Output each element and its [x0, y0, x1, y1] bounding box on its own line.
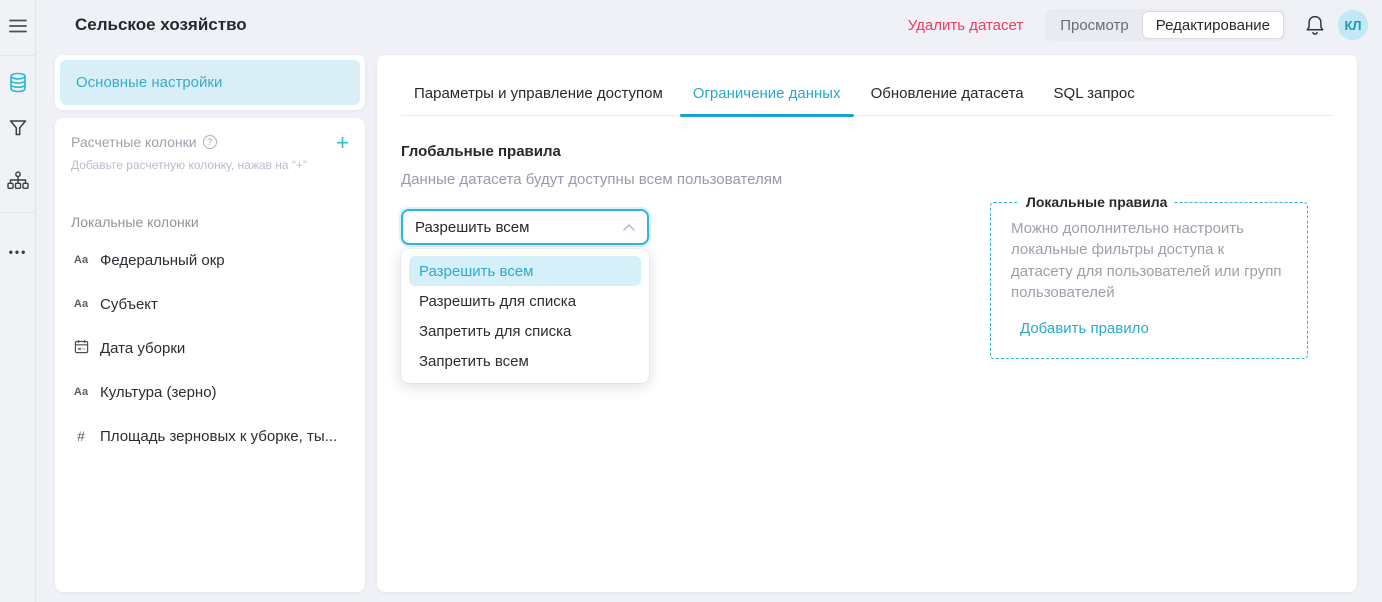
database-icon: [8, 72, 28, 93]
sidebar-item-label: Основные настройки: [76, 74, 222, 91]
field-row[interactable]: Аа Федеральный окр: [71, 238, 349, 282]
avatar[interactable]: КЛ: [1338, 10, 1368, 40]
field-row[interactable]: Аа Культура (зерно): [71, 370, 349, 414]
tab-parameters-access[interactable]: Параметры и управление доступом: [401, 83, 676, 115]
global-rule-dropdown: Разрешить всем Разрешить для списка Запр…: [401, 249, 649, 383]
dropdown-option-deny-all[interactable]: Запретить всем: [409, 346, 641, 376]
notifications-button[interactable]: [1300, 10, 1330, 40]
sidebar-columns-card: Расчетные колонки ? + Добавьте расчетную…: [55, 118, 365, 592]
rail-item-hierarchy[interactable]: [0, 166, 36, 196]
tab-dataset-update[interactable]: Обновление датасета: [858, 83, 1037, 115]
calc-columns-subtitle: Добавьте расчетную колонку, нажав на “+”: [71, 158, 349, 172]
rail-divider: [0, 55, 36, 56]
string-type-icon: Аа: [71, 386, 91, 398]
field-row[interactable]: # Площадь зерновых к уборке, ты...: [71, 414, 349, 458]
tab-bar: Параметры и управление доступом Ограниче…: [401, 83, 1333, 116]
mode-edit-button[interactable]: Редактирование: [1142, 11, 1284, 39]
number-type-icon: #: [71, 428, 91, 444]
rail-item-dataset[interactable]: [0, 67, 36, 97]
sidebar-item-main-settings[interactable]: Основные настройки: [60, 60, 360, 105]
ellipsis-icon: •••: [9, 245, 28, 259]
add-column-button[interactable]: +: [336, 134, 349, 152]
dropdown-option-allow-list[interactable]: Разрешить для списка: [409, 286, 641, 316]
local-rules-title: Локальные правила: [1019, 194, 1174, 210]
local-columns-label: Локальные колонки: [71, 214, 349, 230]
field-label: Субъект: [100, 296, 158, 313]
dropdown-option-deny-list[interactable]: Запретить для списка: [409, 316, 641, 346]
rail-divider: [0, 212, 36, 213]
hierarchy-icon: [7, 171, 29, 191]
date-type-icon: [71, 339, 91, 357]
global-rules-title: Глобальные правила: [401, 143, 1333, 160]
field-label: Площадь зерновых к уборке, ты...: [100, 428, 337, 445]
left-nav-rail: •••: [0, 0, 36, 602]
field-label: Федеральный окр: [100, 252, 225, 269]
tab-data-restriction[interactable]: Ограничение данных: [680, 83, 854, 115]
dropdown-option-allow-all[interactable]: Разрешить всем: [409, 256, 641, 286]
bell-icon: [1305, 14, 1325, 36]
select-value: Разрешить всем: [415, 219, 529, 236]
help-icon[interactable]: ?: [203, 135, 217, 149]
hamburger-icon: [9, 19, 27, 33]
field-row[interactable]: Дата уборки: [71, 326, 349, 370]
mode-toggle: Просмотр Редактирование: [1045, 9, 1286, 41]
local-rules-description: Можно дополнительно настроить локальные …: [1011, 218, 1287, 303]
delete-dataset-link[interactable]: Удалить датасет: [908, 17, 1023, 34]
field-label: Культура (зерно): [100, 384, 217, 401]
sidebar-settings-card: Основные настройки: [55, 55, 365, 110]
field-row[interactable]: Аа Субъект: [71, 282, 349, 326]
add-rule-link[interactable]: Добавить правило: [1020, 320, 1149, 337]
field-list: Аа Федеральный окр Аа Субъект Дата уборк…: [71, 238, 349, 458]
page-title: Сельское хозяйство: [75, 15, 247, 35]
local-rules-panel: Локальные правила Можно дополнительно на…: [990, 194, 1308, 359]
string-type-icon: Аа: [71, 298, 91, 310]
tab-sql-query[interactable]: SQL запрос: [1041, 83, 1148, 115]
chevron-up-icon: [623, 224, 635, 231]
mode-view-button[interactable]: Просмотр: [1047, 11, 1142, 39]
filter-funnel-icon: [8, 118, 28, 138]
field-label: Дата уборки: [100, 340, 185, 357]
main-panel: Параметры и управление доступом Ограниче…: [377, 55, 1357, 592]
hamburger-menu-button[interactable]: [0, 11, 36, 41]
calc-columns-title: Расчетные колонки: [71, 134, 197, 150]
rail-item-filters[interactable]: [0, 113, 36, 143]
rail-item-more[interactable]: •••: [0, 237, 36, 267]
global-rule-select[interactable]: Разрешить всем: [401, 209, 649, 245]
header: Сельское хозяйство Удалить датасет Просм…: [36, 0, 1382, 50]
string-type-icon: Аа: [71, 254, 91, 266]
global-rules-subtitle: Данные датасета будут доступны всем поль…: [401, 171, 1333, 188]
